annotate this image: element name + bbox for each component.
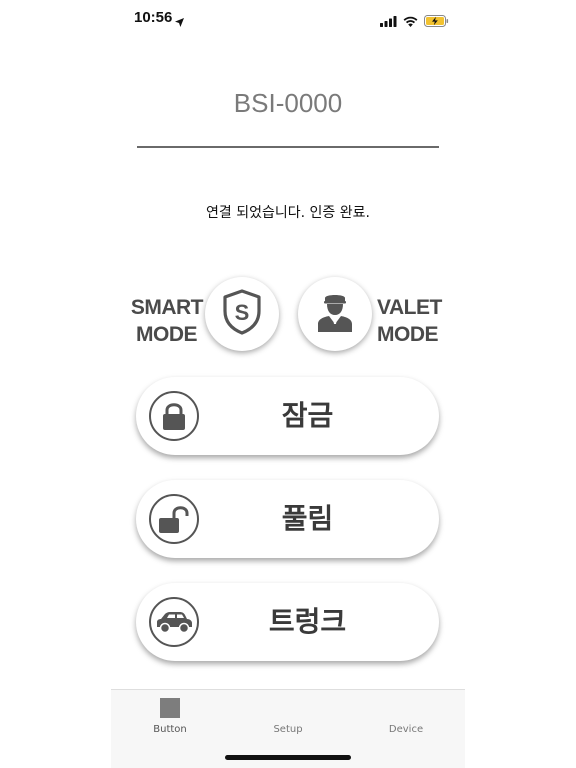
- lock-button-label: 잠금: [281, 399, 334, 432]
- unlock-button-label: 풀림: [281, 502, 334, 535]
- svg-text:S: S: [235, 300, 250, 325]
- smart-mode-label-line2: MODE: [136, 323, 198, 346]
- tab-setup-label: Setup: [273, 724, 303, 735]
- status-time: 10:56: [134, 9, 173, 26]
- trunk-button[interactable]: 트렁크: [136, 583, 439, 661]
- location-arrow-icon: [175, 12, 184, 31]
- tab-device-label: Device: [388, 724, 424, 735]
- home-indicator[interactable]: [225, 755, 351, 760]
- battery-charging-icon: [424, 12, 449, 31]
- tab-button-label: Button: [153, 724, 187, 735]
- smart-mode-label: SMART MODE: [129, 294, 204, 348]
- connection-status-message: 연결 되었습니다. 인증 완료.: [206, 205, 370, 221]
- device-name-title: BSI-0000: [233, 88, 343, 118]
- smart-mode-label-line1: SMART: [130, 296, 204, 319]
- status-bar: 10:56: [111, 0, 465, 38]
- title-divider: [137, 146, 439, 148]
- unlock-button[interactable]: 풀림: [136, 480, 439, 558]
- trunk-button-label: 트렁크: [268, 605, 347, 638]
- app-screen: 10:56 BSI-0000 연결 되었습니다. 인증 완료. SMART MO…: [111, 0, 465, 768]
- tab-button[interactable]: Button: [111, 690, 229, 750]
- valet-mode-label: VALET MODE: [377, 294, 457, 348]
- button-tab-square-icon: [160, 698, 180, 718]
- valet-mode-label-line2: MODE: [377, 323, 439, 346]
- lock-button[interactable]: 잠금: [136, 377, 439, 455]
- smart-mode-button[interactable]: S: [205, 277, 279, 351]
- valet-mode-label-line1: VALET: [377, 296, 442, 319]
- tab-setup[interactable]: Setup: [229, 690, 347, 750]
- valet-person-icon: [316, 291, 354, 337]
- wifi-icon: [403, 12, 418, 31]
- signal-icon: [380, 12, 397, 31]
- valet-mode-button[interactable]: [298, 277, 372, 351]
- shield-s-icon: S: [222, 289, 262, 339]
- tab-device[interactable]: Device: [347, 690, 465, 750]
